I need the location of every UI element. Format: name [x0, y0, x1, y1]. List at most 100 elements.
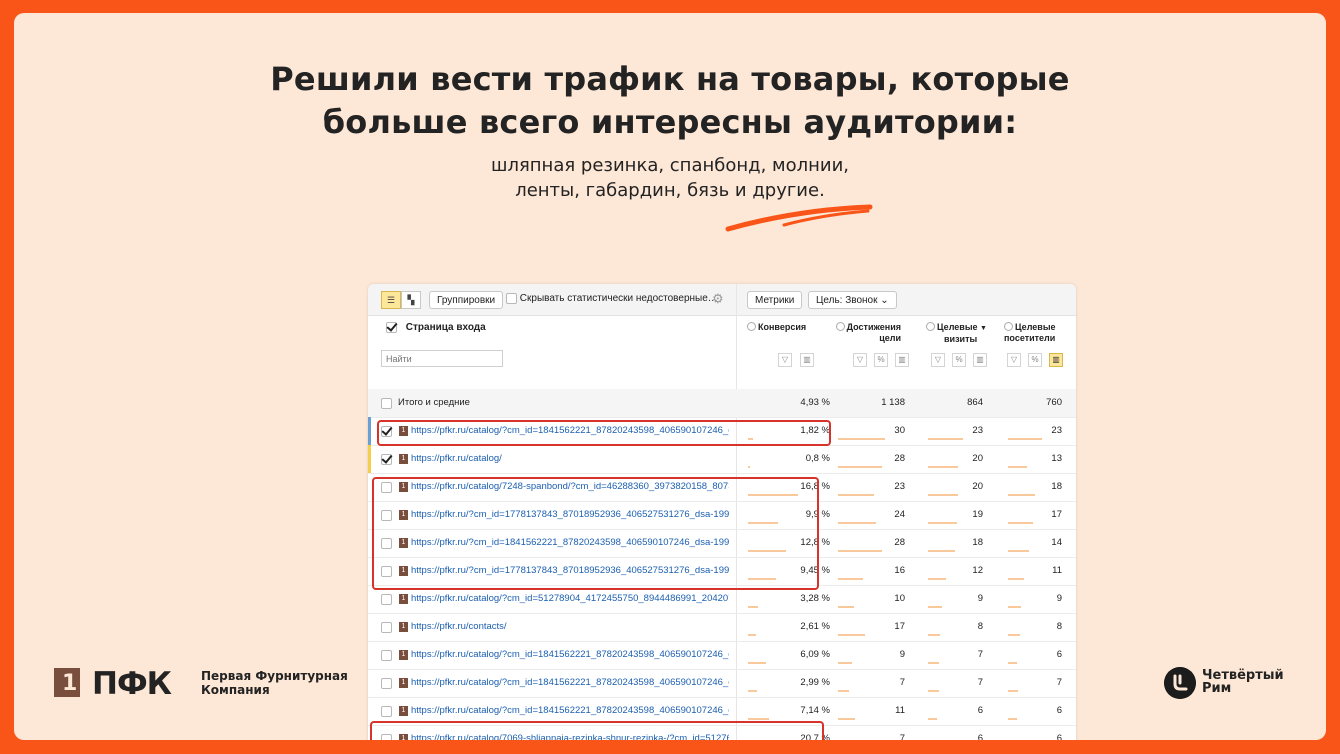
row-target-visits: 18	[972, 537, 983, 548]
row-series-color	[368, 445, 371, 473]
row-checkbox[interactable]	[381, 678, 392, 689]
percent-icon[interactable]: %	[874, 353, 888, 367]
gear-icon[interactable]: ⚙	[712, 291, 724, 307]
row-target-visits: 20	[972, 481, 983, 492]
table-row[interactable]: 1 https://pfkr.ru/catalog/?cm_id=18415622…	[368, 641, 1076, 670]
row-series-color	[368, 417, 371, 445]
row-conversion-bar	[748, 690, 757, 692]
groupings-button[interactable]: Группировки	[429, 291, 504, 309]
row-goal-reach: 9	[899, 649, 905, 660]
row-target-visits: 9	[977, 593, 983, 604]
row-target-visitors: 6	[1056, 705, 1062, 716]
row-target-visits-bar	[928, 578, 946, 580]
row-goal-reach: 10	[894, 593, 905, 604]
dimension-checkbox[interactable]	[386, 322, 397, 333]
tree-view-icon[interactable]: ▚	[401, 291, 421, 309]
row-goal-reach-bar	[838, 494, 874, 496]
info-icon	[747, 322, 756, 331]
row-target-visitors-bar	[1008, 606, 1021, 608]
bars-icon-active[interactable]: ▥	[1049, 353, 1063, 367]
row-checkbox[interactable]	[381, 650, 392, 661]
totals-target-visits: 864	[967, 397, 983, 408]
row-goal-reach-bar	[838, 522, 876, 524]
row-goal-reach: 16	[894, 565, 905, 576]
row-conversion-bar	[748, 606, 758, 608]
row-target-visitors: 18	[1051, 481, 1062, 492]
row-checkbox[interactable]	[381, 594, 392, 605]
row-target-visitors-bar	[1008, 578, 1024, 580]
row-target-visits-bar	[928, 438, 963, 440]
pfk-logo-sub-1: Первая Фурнитурная	[201, 669, 348, 683]
metrics-button[interactable]: Метрики	[747, 291, 803, 309]
table-row[interactable]: 1 https://pfkr.ru/catalog/?cm_id=18415622…	[368, 669, 1076, 698]
row-conversion: 2,61 %	[800, 621, 830, 632]
row-url-link[interactable]: https://pfkr.ru/catalog/?cm_id=184156222…	[411, 705, 729, 716]
highlight-box	[377, 420, 831, 446]
row-goal-reach: 23	[894, 481, 905, 492]
bars-icon[interactable]: ▥	[895, 353, 909, 367]
row-target-visitors: 17	[1051, 509, 1062, 520]
row-goal-reach: 7	[899, 733, 905, 740]
row-target-visits-bar	[928, 522, 957, 524]
col-target-visitors[interactable]: Целевые посетители	[1004, 322, 1056, 344]
title-line-2: больше всего интересны аудитории:	[322, 103, 1018, 141]
row-conversion: 6,09 %	[800, 649, 830, 660]
goal-select[interactable]: Цель: Звонок ⌄	[808, 291, 897, 309]
row-target-visitors-bar	[1008, 466, 1027, 468]
filter-icon[interactable]: ▽	[778, 353, 792, 367]
row-conversion-bar	[748, 718, 769, 720]
row-url-link[interactable]: https://pfkr.ru/catalog/?cm_id=184156222…	[411, 677, 729, 688]
brush-stroke-decoration	[725, 204, 873, 232]
list-view-icon[interactable]: ☰	[381, 291, 401, 309]
bars-icon[interactable]: ▥	[800, 353, 814, 367]
row-target-visits-bar	[928, 662, 939, 664]
percent-icon[interactable]: %	[952, 353, 966, 367]
pfk-logo-name: ПФК	[92, 666, 172, 702]
row-conversion: 3,28 %	[800, 593, 830, 604]
favicon-icon: 1	[399, 706, 408, 716]
row-checkbox[interactable]	[381, 706, 392, 717]
filter-icon[interactable]: ▽	[931, 353, 945, 367]
row-target-visitors: 23	[1051, 425, 1062, 436]
percent-icon[interactable]: %	[1028, 353, 1042, 367]
totals-checkbox[interactable]	[381, 398, 392, 409]
row-goal-reach: 28	[894, 453, 905, 464]
col-target-visits[interactable]: Целевые ▼ визиты	[926, 322, 987, 345]
row-checkbox[interactable]	[381, 622, 392, 633]
col-goal-reach-label-2: цели	[879, 333, 901, 343]
row-target-visitors: 6	[1056, 649, 1062, 660]
col-goal-reach[interactable]: Достижения цели	[833, 322, 901, 344]
highlight-box	[370, 721, 824, 740]
row-goal-reach-bar	[838, 438, 885, 440]
table-row[interactable]: 1 https://pfkr.ru/catalog/0,8 % 28 20 13	[368, 445, 1076, 474]
row-url-link[interactable]: https://pfkr.ru/catalog/?cm_id=184156222…	[411, 649, 729, 660]
col-conversion[interactable]: Конверсия	[747, 322, 806, 333]
row-target-visitors-bar	[1008, 494, 1035, 496]
table-row[interactable]: 1 https://pfkr.ru/contacts/2,61 % 17 8 8	[368, 613, 1076, 642]
dimension-header-label: Страница входа	[405, 322, 486, 334]
filter-icon[interactable]: ▽	[1007, 353, 1021, 367]
row-url-link[interactable]: https://pfkr.ru/catalog/	[411, 453, 729, 464]
row-checkbox[interactable]	[381, 454, 392, 465]
hide-unreliable-checkbox[interactable]: Скрывать статистически недостоверные…	[506, 293, 718, 304]
search-input[interactable]	[381, 350, 503, 367]
row-target-visitors-bar	[1008, 550, 1029, 552]
row-target-visits-bar	[928, 690, 939, 692]
dimension-header[interactable]: Страница входа	[386, 322, 486, 333]
filter-icon[interactable]: ▽	[853, 353, 867, 367]
row-target-visitors: 6	[1056, 733, 1062, 740]
col-target-visits-label-1: Целевые	[937, 322, 978, 332]
row-goal-reach: 24	[894, 509, 905, 520]
row-goal-reach: 17	[894, 621, 905, 632]
row-goal-reach-bar	[838, 634, 865, 636]
row-target-visits: 7	[977, 649, 983, 660]
row-target-visitors-bar	[1008, 662, 1017, 664]
hide-unreliable-box[interactable]	[506, 293, 517, 304]
bars-icon[interactable]: ▥	[973, 353, 987, 367]
row-conversion: 0,8 %	[805, 453, 830, 464]
row-url-link[interactable]: https://pfkr.ru/contacts/	[411, 621, 729, 632]
totals-goal-reach: 1 138	[881, 397, 905, 408]
chevron-down-icon: ⌄	[880, 295, 889, 306]
row-target-visitors-bar	[1008, 718, 1017, 720]
row-url-link[interactable]: https://pfkr.ru/catalog/?cm_id=51278904_…	[411, 593, 729, 604]
